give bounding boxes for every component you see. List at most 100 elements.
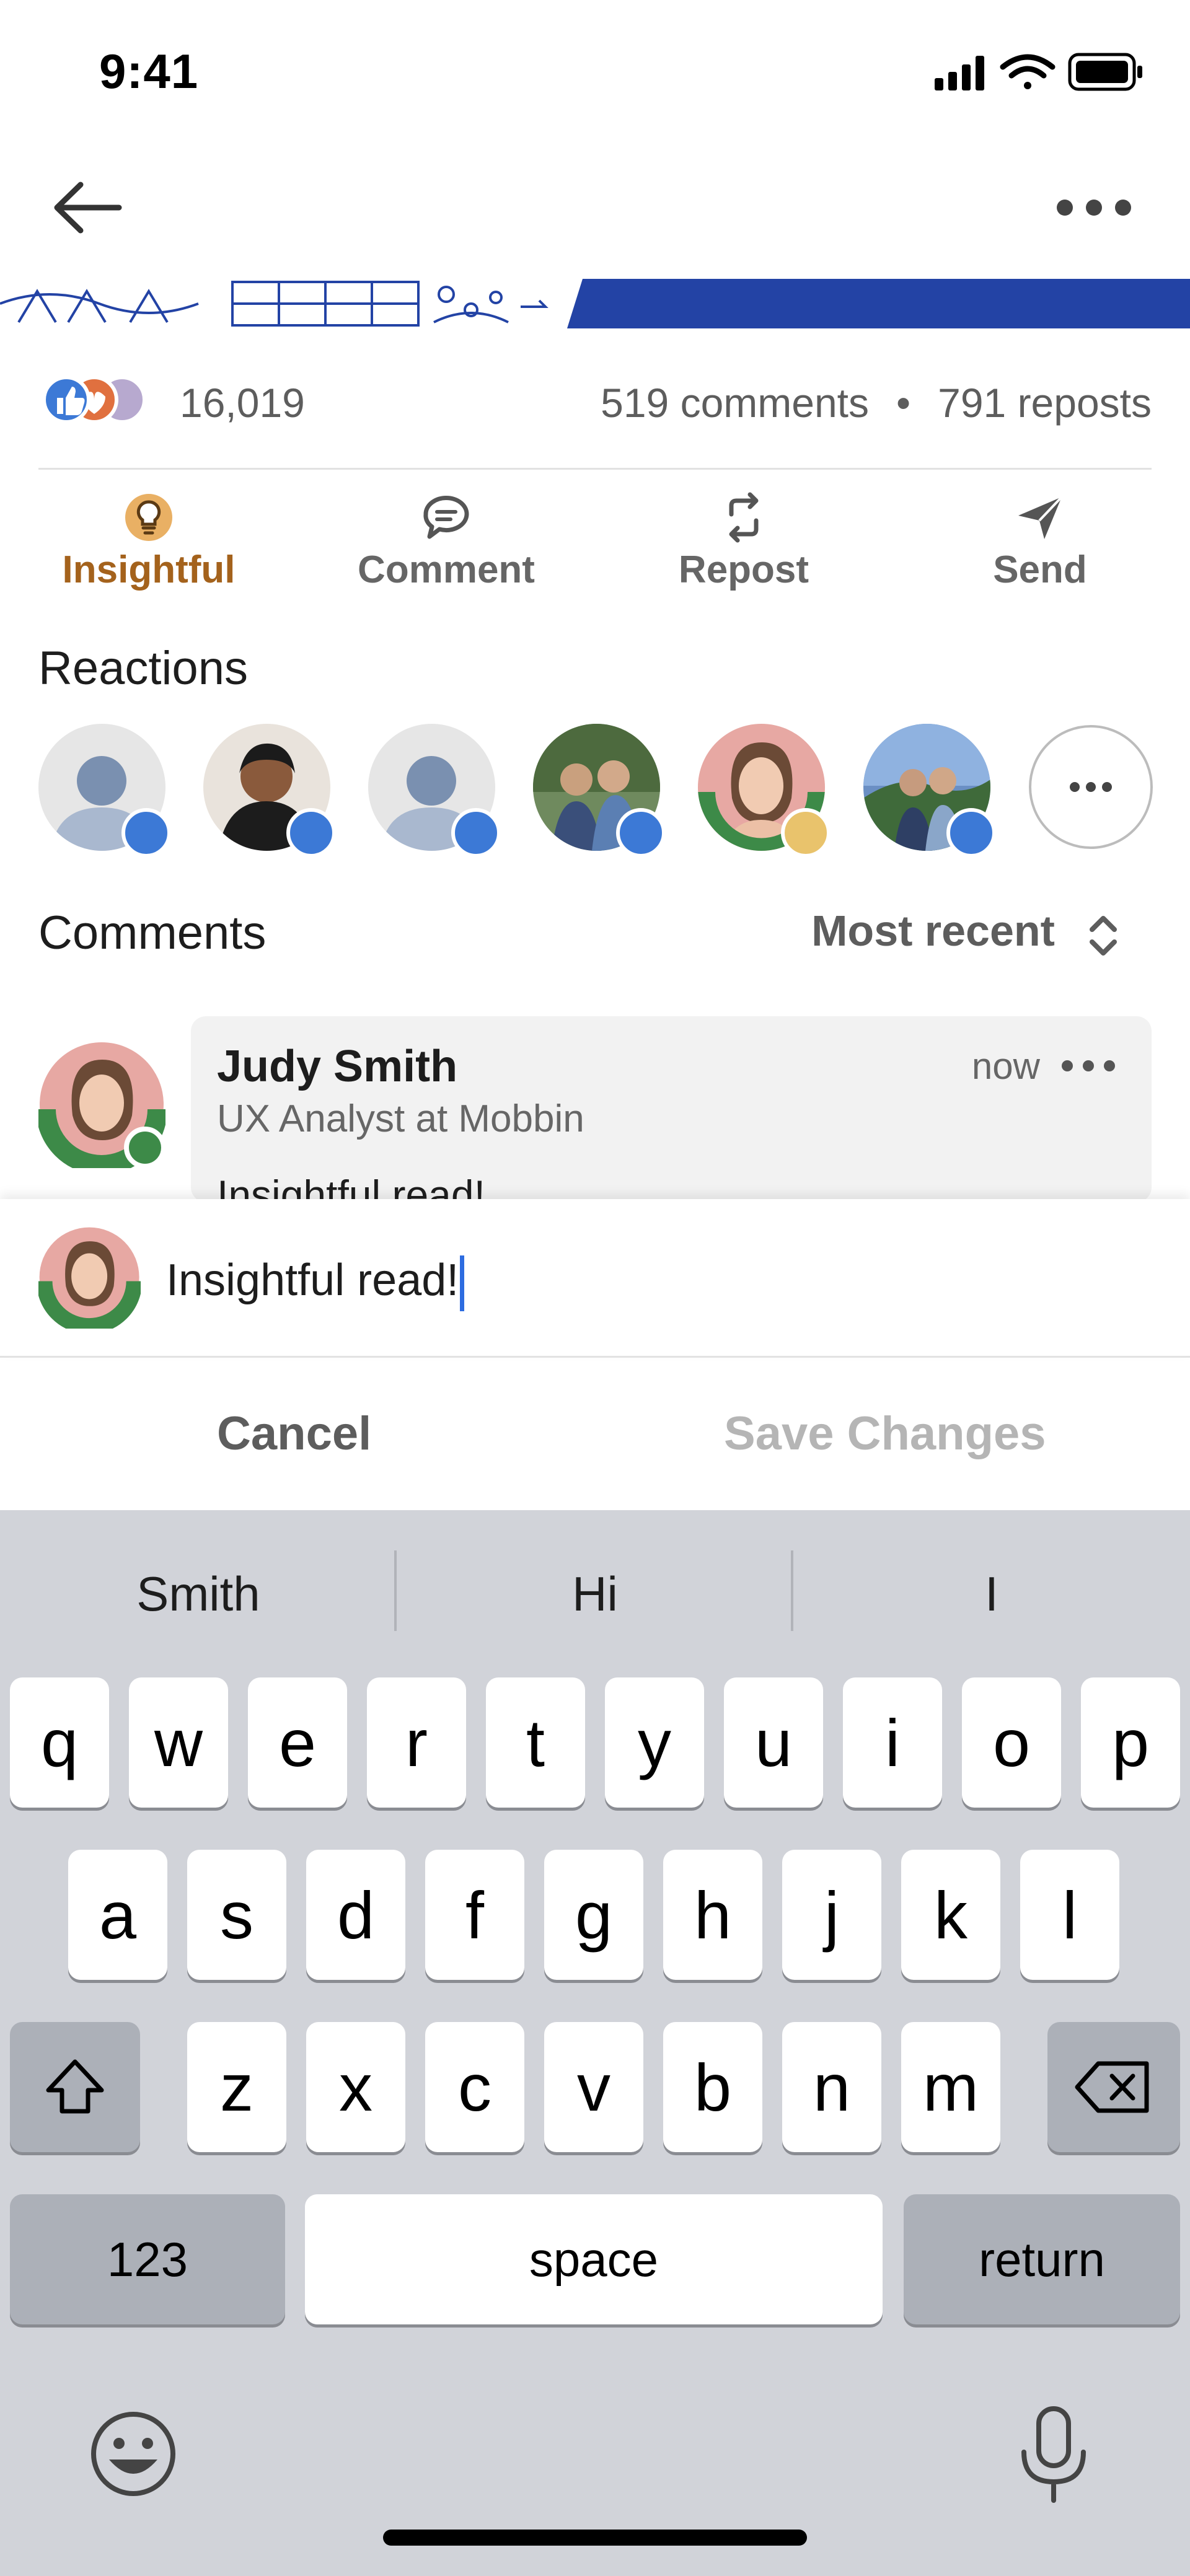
comment-author-headline: UX Analyst at Mobbin xyxy=(217,1097,584,1140)
reaction-summary-icons[interactable] xyxy=(38,372,162,428)
key-q[interactable]: q xyxy=(10,1677,109,1808)
key-s[interactable]: s xyxy=(187,1850,286,1980)
comment-icon xyxy=(423,495,469,539)
delete-key[interactable] xyxy=(1047,2022,1180,2152)
repost-button[interactable]: Repost xyxy=(614,490,874,601)
comment-edit-value: Insightful read! xyxy=(166,1255,459,1305)
repost-label: Repost xyxy=(678,548,809,591)
key-u[interactable]: u xyxy=(724,1677,823,1808)
comment-more-icon[interactable] xyxy=(1057,1053,1119,1078)
key-i[interactable]: i xyxy=(843,1677,942,1808)
space-key[interactable]: space xyxy=(305,2194,883,2324)
home-indicator xyxy=(383,2530,807,2546)
send-icon xyxy=(1018,496,1063,539)
key-f[interactable]: f xyxy=(425,1850,524,1980)
numbers-key[interactable]: 123 xyxy=(10,2194,285,2324)
current-user-avatar xyxy=(38,1227,141,1329)
sort-chevrons-icon[interactable] xyxy=(1085,911,1122,961)
reaction-avatar[interactable] xyxy=(368,724,501,858)
emoji-icon[interactable] xyxy=(87,2407,180,2500)
comment-author-avatar[interactable] xyxy=(36,1041,167,1175)
stats-separator: • xyxy=(896,380,911,426)
key-h[interactable]: h xyxy=(663,1850,762,1980)
reaction-avatar[interactable] xyxy=(203,724,336,858)
shift-key[interactable] xyxy=(10,2022,140,2152)
reaction-avatar[interactable] xyxy=(533,724,666,858)
insightful-button[interactable]: Insightful xyxy=(19,490,279,601)
status-time: 9:41 xyxy=(99,44,199,99)
key-o[interactable]: o xyxy=(962,1677,1061,1808)
key-r[interactable]: r xyxy=(367,1677,466,1808)
suggestion-2[interactable]: Hi xyxy=(397,1566,793,1622)
reaction-count[interactable]: 16,019 xyxy=(180,379,305,426)
save-changes-button[interactable]: Save Changes xyxy=(724,1407,1046,1461)
shift-arrow-icon xyxy=(46,2059,104,2114)
comment-card[interactable]: Judy Smith UX Analyst at Mobbin Insightf… xyxy=(191,1016,1152,1202)
key-m[interactable]: m xyxy=(901,2022,1000,2152)
signal-icon xyxy=(935,56,984,90)
comment-composer: Insightful read! xyxy=(0,1199,1190,1357)
key-x[interactable]: x xyxy=(306,2022,405,2152)
key-w[interactable]: w xyxy=(129,1677,228,1808)
send-label: Send xyxy=(993,548,1087,591)
post-stats: 16,019 519 comments • 791 reposts xyxy=(38,366,1152,434)
send-button[interactable]: Send xyxy=(910,490,1170,601)
comment-button[interactable]: Comment xyxy=(316,490,576,601)
key-b[interactable]: b xyxy=(663,2022,762,2152)
like-badge-icon xyxy=(286,808,336,858)
reaction-avatar[interactable] xyxy=(863,724,996,858)
reaction-avatar[interactable] xyxy=(698,724,831,858)
repost-icon xyxy=(729,492,759,543)
key-k[interactable]: k xyxy=(901,1850,1000,1980)
microphone-icon[interactable] xyxy=(1010,2402,1097,2508)
comment-label: Comment xyxy=(358,548,535,591)
like-badge-icon xyxy=(121,808,171,858)
battery-icon xyxy=(1068,53,1142,91)
key-v[interactable]: v xyxy=(544,2022,643,2152)
keyboard: Smith Hi I q w e r t y u i o p a s d f g… xyxy=(0,1510,1190,2576)
like-badge-icon xyxy=(946,808,996,858)
return-key[interactable]: return xyxy=(904,2194,1180,2324)
key-c[interactable]: c xyxy=(425,2022,524,2152)
key-a[interactable]: a xyxy=(68,1850,167,1980)
comment-edit-input[interactable]: Insightful read! xyxy=(166,1255,465,1311)
lightbulb-badge-icon xyxy=(781,808,831,858)
key-j[interactable]: j xyxy=(782,1850,881,1980)
divider xyxy=(0,1356,1190,1358)
insightful-label: Insightful xyxy=(62,548,236,591)
key-e[interactable]: e xyxy=(248,1677,347,1808)
status-icons xyxy=(935,53,1142,91)
text-cursor xyxy=(460,1255,465,1311)
comments-reposts-count[interactable]: 519 comments • 791 reposts xyxy=(601,379,1152,426)
more-reactions-button[interactable] xyxy=(1029,725,1153,849)
like-badge-icon xyxy=(451,808,501,858)
wifi-icon xyxy=(1000,54,1056,89)
reactions-title: Reactions xyxy=(38,642,248,695)
sort-dropdown[interactable]: Most recent xyxy=(811,906,1055,956)
back-arrow-icon[interactable] xyxy=(50,180,124,235)
ellipsis-icon xyxy=(1070,782,1112,792)
key-g[interactable]: g xyxy=(544,1850,643,1980)
key-p[interactable]: p xyxy=(1081,1677,1180,1808)
comment-timestamp: now xyxy=(971,1045,1040,1087)
key-t[interactable]: t xyxy=(486,1677,585,1808)
cancel-button[interactable]: Cancel xyxy=(217,1407,371,1461)
suggestion-3[interactable]: I xyxy=(793,1566,1190,1622)
more-options-icon[interactable] xyxy=(1054,186,1134,229)
open-to-work-photo-icon xyxy=(36,1042,167,1175)
comments-count[interactable]: 519 comments xyxy=(601,380,869,426)
comment-text: Insightful read! xyxy=(217,1172,485,1202)
suggestion-1[interactable]: Smith xyxy=(0,1566,397,1622)
backspace-icon xyxy=(1075,2061,1149,2113)
reposts-count[interactable]: 791 reposts xyxy=(938,380,1152,426)
key-d[interactable]: d xyxy=(306,1850,405,1980)
key-y[interactable]: y xyxy=(605,1677,704,1808)
comments-title: Comments xyxy=(38,907,267,959)
post-image-banner[interactable] xyxy=(0,279,1190,328)
comment-author-name[interactable]: Judy Smith xyxy=(217,1041,457,1092)
key-l[interactable]: l xyxy=(1020,1850,1119,1980)
key-n[interactable]: n xyxy=(782,2022,881,2152)
lightbulb-icon xyxy=(125,494,172,541)
reaction-avatar[interactable] xyxy=(38,724,171,858)
key-z[interactable]: z xyxy=(187,2022,286,2152)
